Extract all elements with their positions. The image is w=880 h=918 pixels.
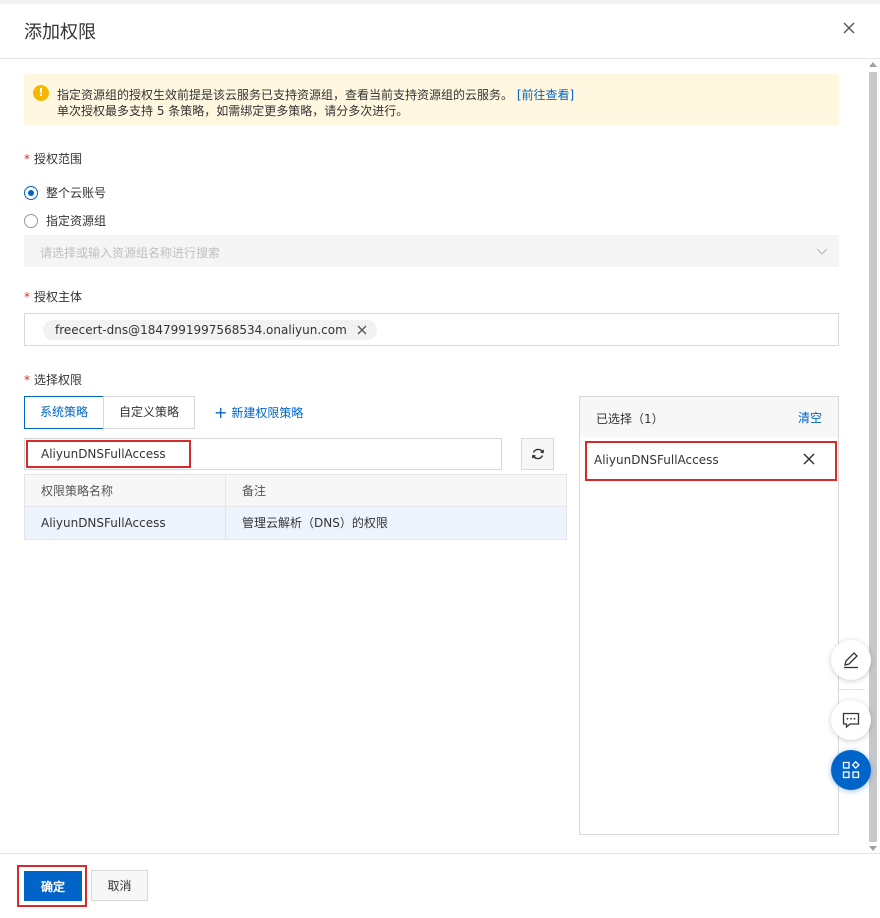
select-placeholder: 请选择或输入资源组名称进行搜索: [40, 246, 221, 260]
scope-label-text: 授权范围: [34, 152, 83, 166]
radio-resource-group[interactable]: 指定资源组: [24, 212, 106, 229]
chevron-down-icon: [816, 248, 828, 255]
policy-note-cell: 管理云解析（DNS）的权限: [242, 516, 388, 530]
alert-text: 指定资源组的授权生效前提是该云服务已支持资源组，查看当前支持资源组的云服务。: [57, 88, 514, 102]
apps-float-button[interactable]: [831, 750, 871, 790]
principal-input[interactable]: freecert-dns@1847991997568534.onaliyun.c…: [24, 313, 839, 346]
principal-tag-text: freecert-dns@1847991997568534.onaliyun.c…: [55, 323, 347, 337]
selected-panel-header: 已选择（1） 清空: [580, 397, 838, 437]
header-note: 备注: [242, 484, 267, 498]
dialog-title: 添加权限: [24, 22, 96, 43]
view-link[interactable]: [前往查看]: [517, 88, 574, 102]
permissions-label-text: 选择权限: [34, 373, 83, 387]
alert-line-2: 单次授权最多支持 5 条策略，如需绑定更多策略，请分多次进行。: [57, 104, 409, 118]
scope-label: * 授权范围: [24, 150, 82, 167]
chat-icon: [842, 712, 860, 729]
required-mark: *: [24, 373, 30, 387]
scroll-up-arrow[interactable]: [869, 62, 877, 67]
float-divider: [837, 689, 865, 690]
new-policy-label: 新建权限策略: [231, 406, 304, 420]
selected-title: 已选择（1）: [596, 412, 664, 426]
radio-label: 整个云账号: [46, 186, 107, 200]
alert-line-1: 指定资源组的授权生效前提是该云服务已支持资源组，查看当前支持资源组的云服务。 […: [57, 86, 574, 103]
principal-tag: freecert-dns@1847991997568534.onaliyun.c…: [43, 320, 377, 340]
feedback-float-button[interactable]: [831, 700, 871, 740]
radio-whole-account[interactable]: 整个云账号: [24, 184, 106, 201]
apps-icon: [842, 761, 860, 779]
warning-icon: !: [33, 85, 49, 101]
scroll-down-arrow[interactable]: [869, 846, 877, 851]
scrollbar[interactable]: [868, 60, 878, 853]
search-highlight: [26, 440, 191, 468]
table-row[interactable]: AliyunDNSFullAccess 管理云解析（DNS）的权限: [25, 507, 566, 539]
resource-group-select: 请选择或输入资源组名称进行搜索: [24, 235, 839, 267]
header-policy-name: 权限策略名称: [25, 475, 226, 506]
edit-icon: [844, 652, 858, 669]
principal-label: * 授权主体: [24, 288, 82, 305]
refresh-button[interactable]: [521, 438, 554, 470]
selected-item-label: AliyunDNSFullAccess: [594, 453, 719, 467]
permissions-label: * 选择权限: [24, 371, 82, 388]
tab-system-policy[interactable]: 系统策略: [24, 396, 105, 429]
ok-button[interactable]: 确定: [24, 871, 82, 901]
new-policy-link[interactable]: + 新建权限策略: [214, 404, 303, 421]
remove-selected-icon[interactable]: [803, 453, 815, 465]
principal-label-text: 授权主体: [34, 290, 83, 304]
table-header: 权限策略名称 备注: [25, 475, 566, 507]
clear-button[interactable]: 清空: [798, 409, 822, 426]
close-icon[interactable]: [840, 19, 858, 37]
policy-table: 权限策略名称 备注 AliyunDNSFullAccess 管理云解析（DNS）…: [24, 474, 567, 540]
remove-tag-icon[interactable]: [357, 325, 367, 335]
policy-tabs: 系统策略 自定义策略: [24, 396, 196, 429]
required-mark: *: [24, 152, 30, 166]
radio-label: 指定资源组: [46, 214, 107, 228]
radio-checked-icon[interactable]: [24, 185, 38, 200]
cancel-button[interactable]: 取消: [91, 870, 148, 901]
refresh-icon: [532, 448, 544, 460]
dialog-header: 添加权限: [0, 4, 880, 59]
tab-custom-policy[interactable]: 自定义策略: [103, 396, 196, 429]
radio-unchecked-icon[interactable]: [24, 213, 38, 228]
notice-alert: ! 指定资源组的授权生效前提是该云服务已支持资源组，查看当前支持资源组的云服务。…: [24, 74, 839, 125]
required-mark: *: [24, 290, 30, 304]
edit-float-button[interactable]: [831, 640, 871, 680]
selected-item: AliyunDNSFullAccess: [585, 441, 837, 481]
policy-name-cell: AliyunDNSFullAccess: [25, 507, 226, 539]
scroll-thumb[interactable]: [869, 72, 877, 842]
plus-icon: +: [214, 402, 228, 422]
